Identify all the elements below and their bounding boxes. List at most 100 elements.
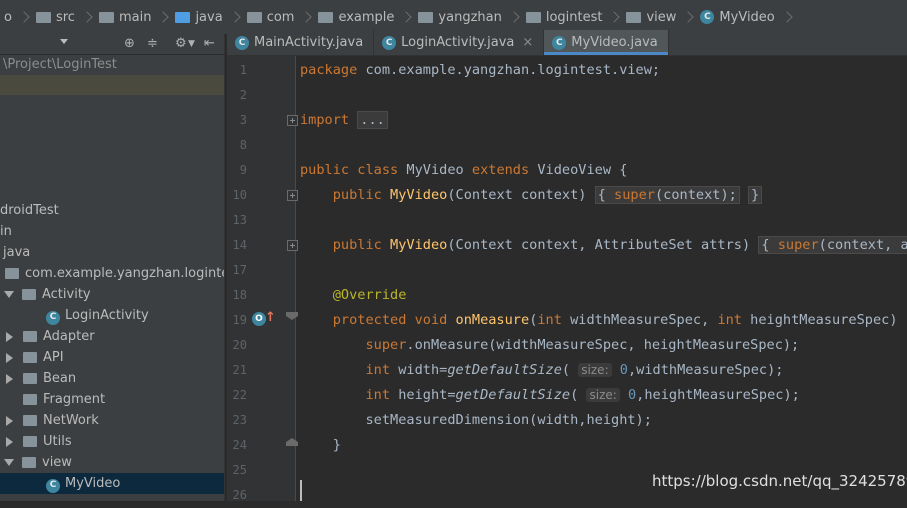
package-icon (23, 394, 37, 405)
text-cursor (300, 480, 302, 501)
chevron-right-icon (781, 11, 793, 23)
line-number: 13 (232, 213, 247, 227)
breadcrumb-item-yangzhan[interactable]: yangzhan (414, 10, 521, 25)
fold-expand-icon[interactable] (287, 190, 298, 201)
chevron-right-icon (81, 11, 93, 23)
code-line-1[interactable]: package com.example.yangzhan.logintest.v… (300, 58, 660, 83)
tree-item-main[interactable]: in (0, 221, 12, 242)
tree-item-package-root[interactable]: com.example.yangzhan.logintest (5, 263, 224, 284)
collapse-arrow-icon[interactable] (6, 373, 13, 384)
collapse-arrow-icon[interactable] (6, 436, 13, 447)
tree-item-adapter[interactable]: Adapter (4, 326, 95, 347)
tree-item-network[interactable]: NetWork (4, 410, 99, 431)
code-line-22[interactable]: int height=getDefaultSize( size: 0,heigh… (300, 383, 799, 408)
breadcrumb-item-java[interactable]: java (171, 10, 242, 25)
breadcrumb-item-main[interactable]: main (95, 10, 171, 25)
folded-body[interactable]: { super(context); (594, 186, 740, 204)
chevron-right-icon (508, 11, 520, 23)
code-line-21[interactable]: int width=getDefaultSize( size: 0,widthM… (300, 358, 783, 383)
tab-login-activity[interactable]: C LoginActivity.java × (374, 30, 545, 55)
breadcrumb-item-view[interactable]: view (622, 10, 696, 25)
hide-panel-icon[interactable]: ⇤ (204, 36, 215, 51)
code-line-10[interactable]: public MyVideo(Context context) { super(… (300, 183, 763, 208)
tab-main-activity[interactable]: C MainActivity.java (227, 30, 375, 55)
folder-icon (98, 11, 114, 23)
expand-arrow-icon[interactable] (4, 459, 14, 466)
chevron-down-icon[interactable]: ▼ (188, 39, 195, 49)
project-sidebar: \Project\LoginTest droidTest in java com… (0, 55, 224, 501)
line-number: 3 (239, 113, 247, 127)
package-icon (626, 11, 642, 23)
breadcrumb-item-module[interactable]: o (0, 10, 32, 25)
package-icon (22, 457, 36, 468)
class-icon: C (46, 478, 60, 493)
folded-imports[interactable]: ... (357, 111, 388, 129)
chevron-right-icon (400, 11, 413, 23)
class-icon: C (552, 35, 567, 50)
code-line-23[interactable]: setMeasuredDimension(width,height); (300, 408, 651, 433)
tree-item-login-activity[interactable]: C LoginActivity (46, 305, 149, 326)
tree-item-api[interactable]: API (4, 347, 64, 368)
line-number: 10 (232, 188, 247, 202)
collapse-arrow-icon[interactable] (6, 352, 13, 363)
line-number: 22 (232, 388, 247, 402)
package-icon (23, 415, 37, 426)
package-icon (23, 352, 37, 363)
collapse-arrow-icon[interactable] (6, 415, 13, 426)
code-line-14[interactable]: public MyVideo(Context context, Attribut… (300, 233, 907, 258)
folded-body-end[interactable]: } (748, 186, 763, 204)
line-number: 14 (232, 238, 247, 252)
breadcrumb-item-com[interactable]: com (243, 10, 315, 25)
breadcrumb-item-src[interactable]: src (32, 10, 95, 25)
close-tab-icon[interactable]: × (522, 35, 533, 50)
code-line-20[interactable]: super.onMeasure(widthMeasureSpec, height… (300, 333, 799, 358)
tree-item-view[interactable]: view (4, 452, 72, 473)
tree-item-activity[interactable]: Activity (4, 284, 91, 305)
tab-myvideo[interactable]: C MyVideo.java (544, 30, 669, 55)
tree-item-java[interactable]: java (0, 242, 30, 263)
line-number: 21 (232, 363, 247, 377)
code-line-18[interactable]: @Override (300, 283, 407, 308)
line-number: 25 (232, 463, 247, 477)
code-line-3[interactable]: import ... (300, 108, 388, 133)
target-icon[interactable]: ⊕ (124, 36, 135, 51)
fold-expand-icon[interactable] (287, 115, 298, 126)
class-icon: C (235, 35, 249, 50)
line-number: 19 (232, 313, 247, 327)
collapse-all-icon[interactable]: ≑ (147, 36, 158, 51)
expand-arrow-icon[interactable] (4, 291, 14, 298)
tree-item-bean[interactable]: Bean (4, 368, 76, 389)
gear-icon[interactable]: ⚙ (175, 36, 187, 51)
chevron-right-icon (682, 11, 695, 23)
tree-item-myvideo[interactable]: C MyVideo (0, 473, 224, 494)
package-icon (22, 289, 36, 300)
chevron-right-icon (229, 11, 241, 23)
override-arrow-icon[interactable]: ↑ (265, 310, 276, 325)
line-number: 24 (232, 438, 247, 452)
chevron-right-icon (157, 11, 170, 23)
package-icon (418, 11, 434, 23)
code-line-19[interactable]: protected void onMeasure(int widthMeasur… (300, 308, 907, 333)
folded-body[interactable]: { super(context, att (758, 236, 907, 254)
package-icon (23, 331, 37, 342)
breadcrumb-item-logintest[interactable]: logintest (522, 10, 623, 25)
collapse-arrow-icon[interactable] (6, 331, 13, 342)
tree-item-fragment[interactable]: Fragment (23, 389, 105, 410)
code-line-24[interactable]: } (300, 433, 341, 458)
override-icon[interactable]: O (252, 312, 266, 326)
view-dropdown-icon[interactable] (60, 39, 68, 44)
breadcrumb-item-myvideo[interactable]: C MyVideo (696, 10, 794, 25)
line-number: 26 (232, 488, 247, 502)
fold-expand-icon[interactable] (287, 240, 298, 251)
tree-item-android-test[interactable]: droidTest (0, 200, 59, 221)
package-icon (5, 268, 19, 279)
editor-tabs: C MainActivity.java C LoginActivity.java × … (227, 30, 907, 56)
tree-item-utils[interactable]: Utils (4, 431, 72, 452)
code-line-9[interactable]: public class MyVideo extends VideoView { (300, 158, 627, 183)
highlighted-row[interactable] (0, 75, 224, 95)
class-icon: C (700, 10, 715, 24)
package-icon (246, 11, 262, 23)
breadcrumb-item-example[interactable]: example (314, 10, 414, 25)
class-icon: C (382, 35, 397, 50)
parameter-hint: size: (586, 388, 620, 402)
